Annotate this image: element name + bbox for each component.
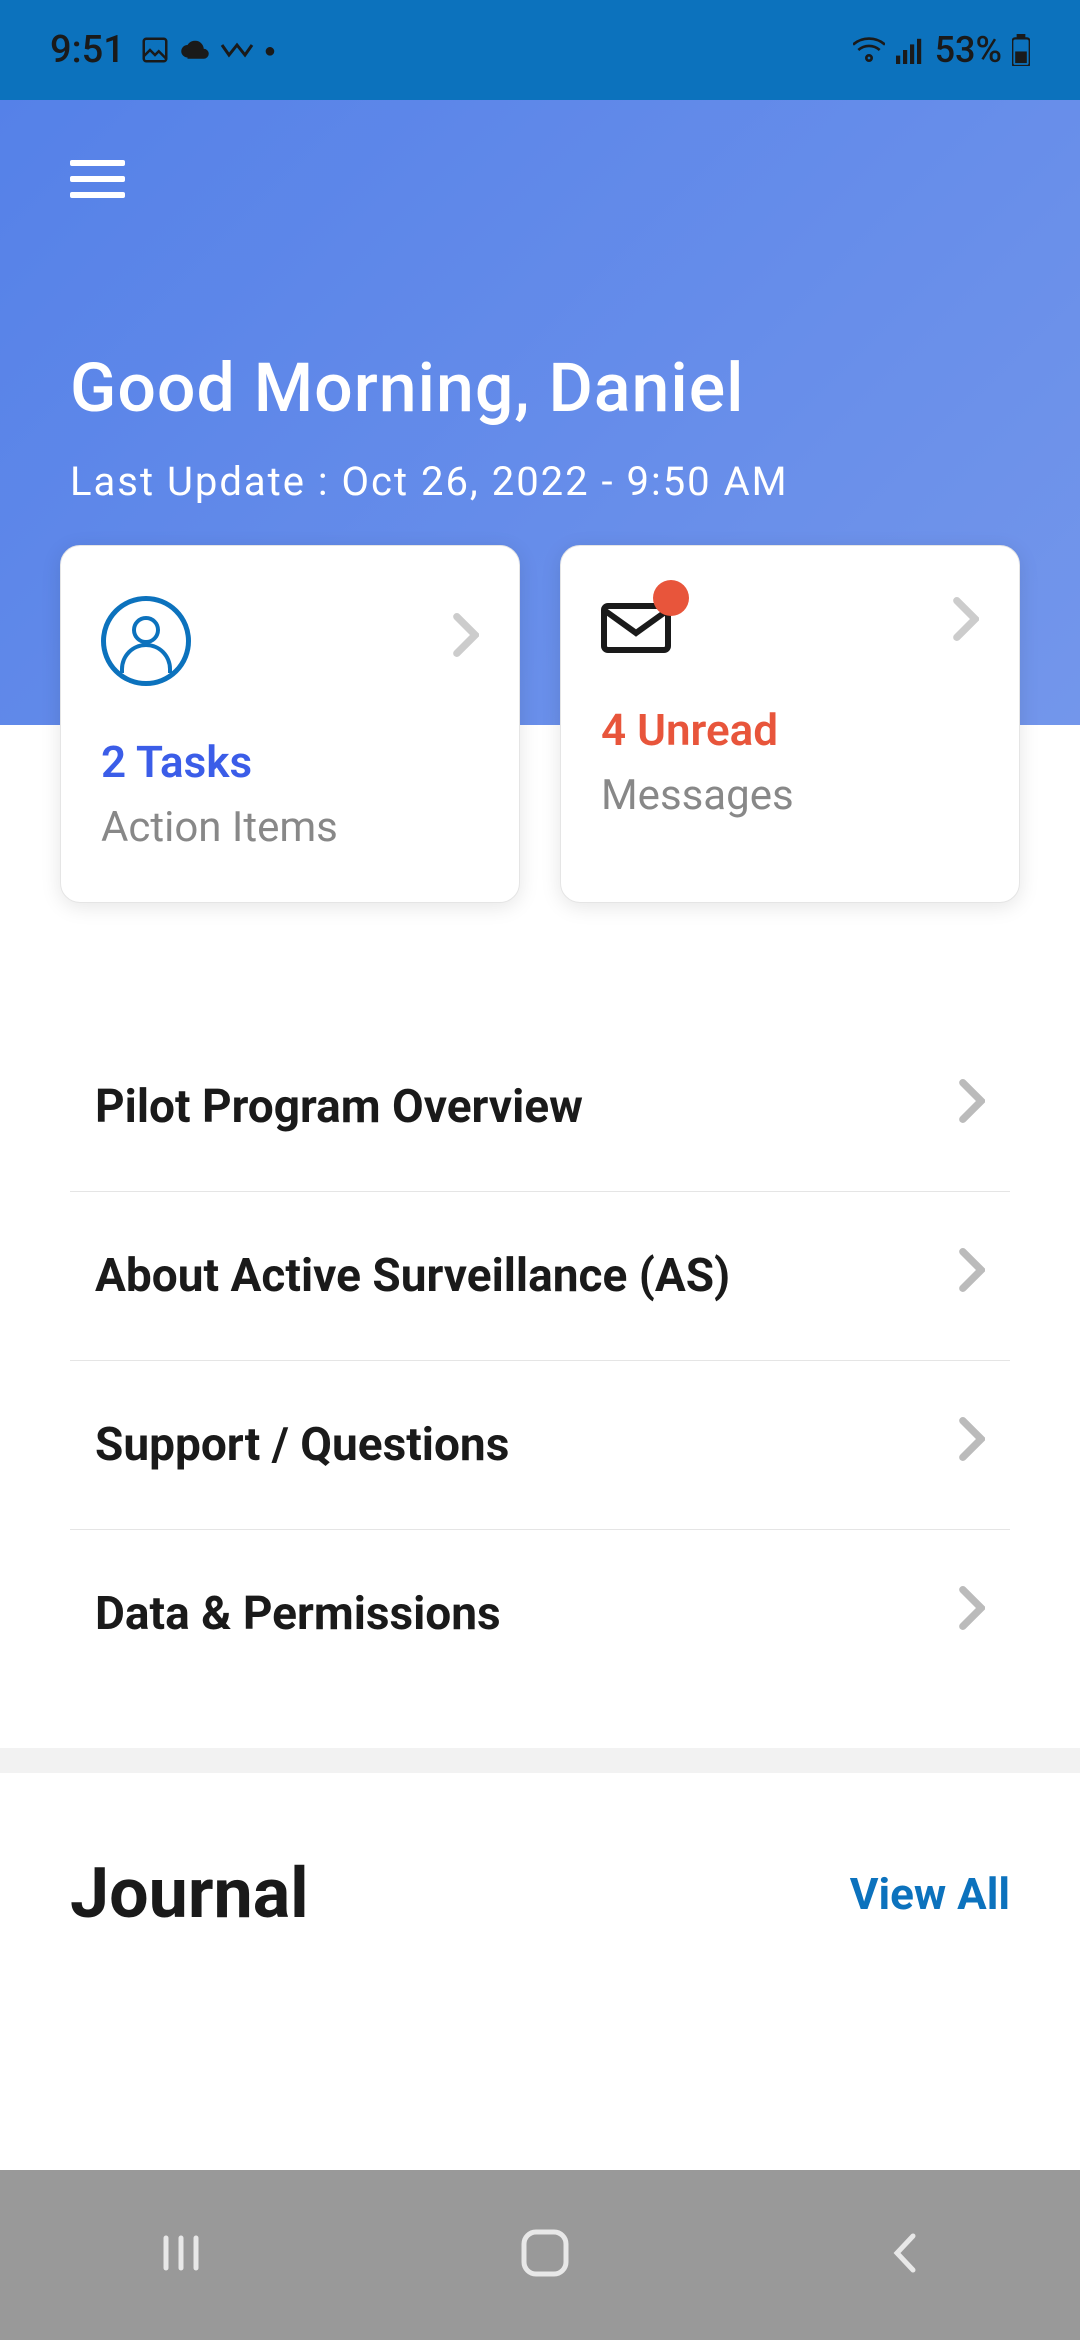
menu-item-data-permissions[interactable]: Data & Permissions [70,1530,1010,1698]
menu-list: Pilot Program Overview About Active Surv… [0,1023,1080,1698]
menu-item-support[interactable]: Support / Questions [70,1361,1010,1530]
tasks-count: 2 Tasks [101,736,479,788]
battery-icon [1012,34,1030,66]
home-button[interactable] [518,2226,572,2284]
menu-item-label: Support / Questions [95,1418,509,1472]
system-nav-bar [0,2170,1080,2340]
chevron-right-icon [959,1078,985,1136]
menu-item-label: Data & Permissions [95,1587,501,1641]
tasks-subtitle: Action Items [101,803,479,852]
unread-count: 4 Unread [601,704,979,756]
summary-cards-row: 2 Tasks Action Items 4 Unread Messages [0,545,1080,903]
person-icon [101,596,191,686]
picture-icon [140,35,170,65]
status-notification-icons: ● [140,35,276,65]
status-bar-left: 9:51 ● [50,28,276,72]
menu-item-label: About Active Surveillance (AS) [95,1249,730,1303]
chevron-right-icon [953,596,979,654]
section-divider [0,1748,1080,1773]
journal-section: Journal View All [0,1773,1080,1935]
battery-percent: 53% [935,29,1002,71]
messages-subtitle: Messages [601,771,979,820]
chevron-right-icon [959,1247,985,1305]
recents-button[interactable] [156,2228,206,2282]
cloud-icon [180,39,210,61]
messages-card[interactable]: 4 Unread Messages [560,545,1020,903]
greeting-text: Good Morning, Daniel [70,348,1010,428]
status-time: 9:51 [50,28,125,72]
chevron-right-icon [959,1416,985,1474]
wave-icon [220,41,254,59]
wifi-icon [853,36,885,64]
chevron-right-icon [453,612,479,670]
chevron-right-icon [959,1585,985,1643]
unread-dot-icon [653,580,689,616]
back-button[interactable] [884,2228,924,2282]
journal-title: Journal [70,1853,309,1935]
status-bar-right: 53% [853,29,1030,71]
view-all-link[interactable]: View All [850,1868,1010,1920]
menu-item-active-surveillance[interactable]: About Active Surveillance (AS) [70,1192,1010,1361]
mail-icon [601,598,671,653]
status-bar: 9:51 ● 53% [0,0,1080,100]
menu-item-pilot-program[interactable]: Pilot Program Overview [70,1023,1010,1192]
menu-item-label: Pilot Program Overview [95,1080,583,1134]
hamburger-menu-icon[interactable] [70,160,125,198]
tasks-card[interactable]: 2 Tasks Action Items [60,545,520,903]
last-update-text: Last Update : Oct 26, 2022 - 9:50 AM [70,458,1010,505]
signal-icon [895,36,925,64]
